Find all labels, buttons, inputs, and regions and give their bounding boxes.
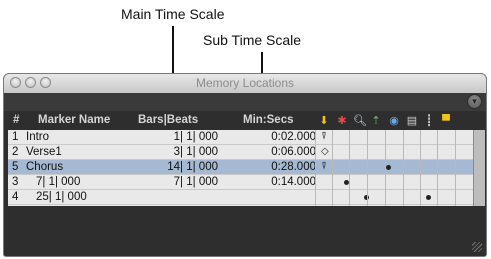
row-number: 4 (12, 191, 19, 203)
title-bar[interactable]: Memory Locations (4, 74, 486, 94)
property-dot (386, 165, 391, 170)
marker-name[interactable]: Intro (26, 131, 49, 143)
column-header-number[interactable]: # (13, 114, 19, 131)
track-height-icon[interactable]: ▤ (406, 115, 418, 127)
bars-beats-value: 3| 1| 000 (173, 146, 218, 158)
column-divider (403, 130, 404, 206)
column-divider (332, 130, 333, 206)
bars-beats-value: 1| 1| 000 (173, 131, 218, 143)
column-divider (315, 130, 316, 206)
window-config-icon[interactable]: ▀ (440, 115, 452, 127)
tempo-icon[interactable]: ✱ (336, 115, 348, 127)
options-menu-button[interactable]: ▾ (467, 94, 482, 109)
table-row[interactable]: 4 25| 1| 000 (8, 190, 475, 205)
column-header-bars-beats[interactable]: Bars|Beats (138, 114, 198, 131)
column-divider (455, 130, 456, 206)
row-number: 5 (12, 161, 19, 173)
table-row[interactable]: 3 7| 1| 000 7| 1| 000 0:14.000 (8, 175, 475, 190)
vertical-scrollbar[interactable] (473, 130, 485, 206)
window-title: Memory Locations (195, 76, 295, 90)
min-secs-value: 0:14.000 (271, 176, 316, 188)
row-number: 1 (12, 131, 19, 143)
diamond-icon: ◇ (321, 146, 329, 157)
track-show-hide-icon[interactable]: ◉ (388, 115, 400, 127)
main-time-scale-callout: Main Time Scale (121, 6, 225, 22)
window-footer (4, 207, 486, 256)
column-divider (385, 130, 386, 206)
marker-name[interactable]: 7| 1| 000 (36, 176, 80, 188)
sub-time-scale-callout: Sub Time Scale (203, 32, 302, 48)
min-secs-value: 0:28.000 (271, 161, 316, 173)
table-row[interactable]: 2 Verse1 3| 1| 000 0:06.000 ◇ (8, 145, 475, 160)
memory-locations-list: 1 Intro 1| 1| 000 0:02.000 ⍒ 2 Verse1 3|… (8, 130, 475, 206)
table-row[interactable]: 1 Intro 1| 1| 000 0:02.000 ⍒ (8, 130, 475, 145)
resize-grip-icon[interactable] (472, 242, 482, 252)
toolbar-strip (4, 93, 486, 111)
bars-beats-value: 7| 1| 000 (173, 176, 218, 188)
bars-beats-value: 14| 1| 000 (167, 161, 218, 173)
marker-icon: ⍒ (321, 161, 327, 172)
column-divider (367, 130, 368, 206)
memory-locations-window: Memory Locations ▾ # Marker Name Bars|Be… (3, 73, 487, 257)
marker-name[interactable]: Chorus (26, 161, 63, 173)
table-row-selected[interactable]: 5 Chorus 14| 1| 000 0:28.000 ⍒ (8, 160, 475, 175)
marker-icon[interactable]: ⬇ (318, 115, 330, 127)
marker-name[interactable]: 25| 1| 000 (36, 191, 87, 203)
pre-post-roll-icon[interactable]: ⇡ (370, 115, 382, 127)
column-header-min-secs[interactable]: Min:Secs (243, 114, 294, 131)
row-number: 3 (12, 176, 19, 188)
marker-icon: ⍒ (321, 131, 327, 142)
column-divider (349, 130, 350, 206)
row-number: 2 (12, 146, 19, 158)
column-header-marker-name[interactable]: Marker Name (38, 114, 110, 131)
column-divider (437, 130, 438, 206)
min-secs-value: 0:02.000 (271, 131, 316, 143)
zoom-icon[interactable]: 🔍︎ (353, 115, 367, 127)
marker-name[interactable]: Verse1 (26, 146, 62, 158)
group-enable-icon[interactable]: ┋ (423, 115, 435, 127)
column-divider (420, 130, 421, 206)
min-secs-value: 0:06.000 (271, 146, 316, 158)
property-dot (426, 195, 431, 200)
